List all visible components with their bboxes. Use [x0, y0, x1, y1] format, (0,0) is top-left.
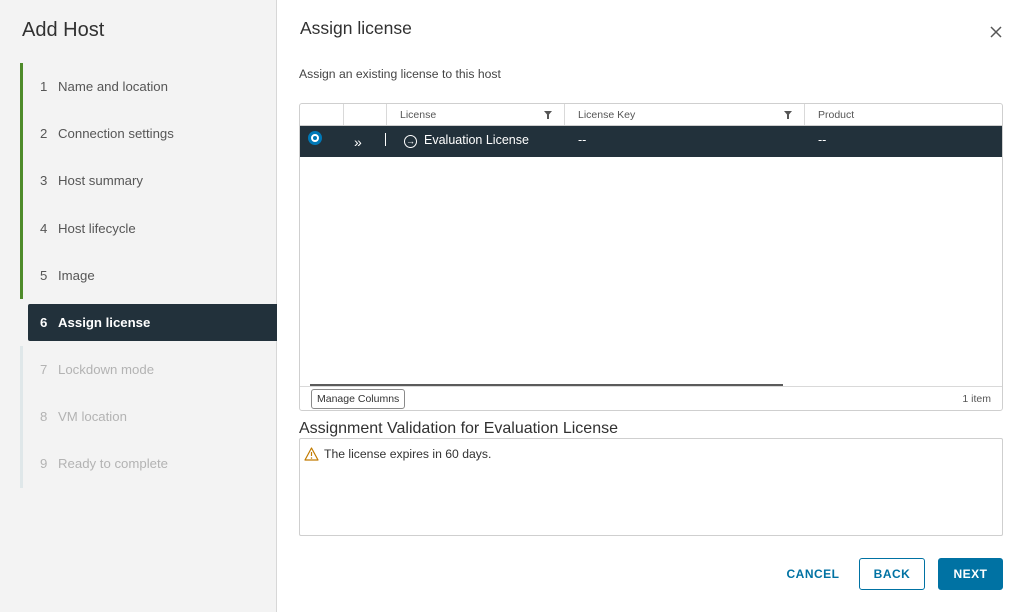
step-label: Name and location [58, 79, 168, 95]
main-panel: Assign license Assign an existing licens… [278, 0, 1024, 612]
item-count: 1 item [962, 393, 991, 405]
step-ready-to-complete: 9 Ready to complete [20, 440, 277, 488]
validation-box: The license expires in 60 days. [299, 438, 1003, 536]
cancel-button[interactable]: CANCEL [778, 558, 848, 590]
step-label: Image [58, 267, 95, 283]
license-grid: License License Key Product » → Evaluati… [299, 103, 1003, 411]
table-row[interactable]: » → Evaluation License -- -- [300, 126, 1002, 157]
license-arrow-icon: → [404, 135, 417, 148]
step-label: VM location [58, 409, 127, 425]
column-license-label: License [400, 108, 437, 121]
step-number: 7 [40, 362, 48, 378]
page-subtitle: Assign an existing license to this host [299, 67, 501, 81]
row-license: Evaluation License [424, 133, 529, 147]
step-number: 9 [40, 456, 48, 472]
filter-icon[interactable] [784, 111, 792, 119]
step-label: Lockdown mode [58, 362, 155, 378]
grid-footer: Manage Columns 1 item [300, 386, 1002, 410]
step-number: 6 [40, 314, 48, 330]
column-license[interactable]: License [386, 104, 564, 125]
row-radio-button[interactable] [308, 131, 322, 145]
wizard-title: Add Host [22, 19, 105, 41]
step-lockdown-mode: 7 Lockdown mode [20, 345, 277, 394]
step-host-lifecycle[interactable]: 4 Host lifecycle [20, 204, 277, 252]
column-license-key[interactable]: License Key [564, 104, 804, 125]
step-number: 1 [40, 79, 48, 95]
wizard-sidebar: Add Host 1 Name and location 2 Connectio… [0, 0, 277, 612]
column-select [300, 104, 343, 125]
expand-chevron-icon[interactable]: » [354, 134, 362, 150]
grid-header: License License Key Product [300, 104, 1002, 126]
step-number: 5 [40, 267, 48, 283]
manage-columns-button[interactable]: Manage Columns [311, 389, 406, 409]
column-product[interactable]: Product [804, 104, 1002, 125]
step-label: Connection settings [58, 126, 174, 142]
close-icon [990, 26, 1002, 38]
filter-icon[interactable] [544, 111, 552, 119]
back-button[interactable]: BACK [859, 558, 925, 590]
step-number: 4 [40, 220, 48, 236]
row-separator [385, 133, 386, 146]
step-image[interactable]: 5 Image [20, 251, 277, 300]
step-label: Assign license [58, 314, 151, 330]
row-product: -- [818, 133, 827, 147]
step-label: Host summary [58, 173, 143, 189]
step-name-and-location[interactable]: 1 Name and location [20, 63, 277, 111]
wizard-steps: 1 Name and location 2 Connection setting… [20, 63, 277, 488]
validation-message: The license expires in 60 days. [324, 447, 492, 461]
warning-icon [304, 447, 319, 461]
column-product-label: Product [818, 108, 855, 121]
step-number: 8 [40, 409, 48, 425]
close-button[interactable] [986, 22, 1006, 42]
next-button[interactable]: NEXT [938, 558, 1003, 590]
step-assign-license[interactable]: 6 Assign license [28, 303, 277, 341]
step-number: 2 [40, 126, 48, 142]
page-title: Assign license [300, 18, 412, 38]
validation-title: Assignment Validation for Evaluation Lic… [299, 420, 618, 437]
column-license-key-label: License Key [578, 108, 636, 121]
step-connection-settings[interactable]: 2 Connection settings [20, 110, 277, 158]
column-expand [343, 104, 386, 125]
step-label: Host lifecycle [58, 220, 136, 236]
row-license-key: -- [578, 133, 587, 147]
step-number: 3 [40, 173, 48, 189]
step-label: Ready to complete [58, 456, 168, 472]
step-vm-location: 8 VM location [20, 393, 277, 441]
step-host-summary[interactable]: 3 Host summary [20, 157, 277, 205]
